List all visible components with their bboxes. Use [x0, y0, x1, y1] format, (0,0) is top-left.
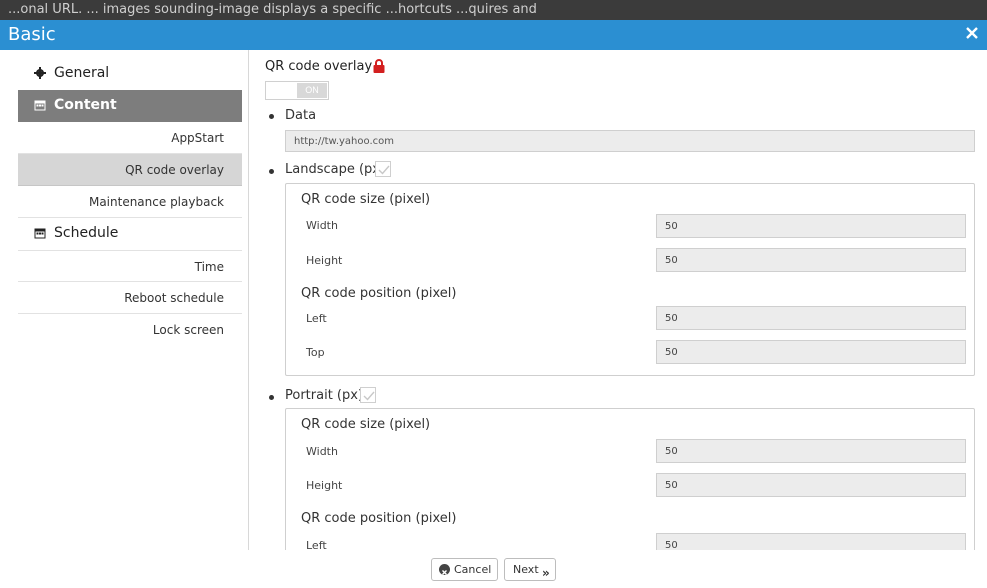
landscape-width-input[interactable]: 50	[656, 214, 966, 238]
lock-icon	[373, 59, 385, 73]
landscape-width-label: Width	[306, 219, 338, 232]
portrait-left-input[interactable]: 50	[656, 533, 966, 550]
landscape-height-label: Height	[306, 254, 343, 267]
page-title: QR code overlay	[265, 59, 373, 74]
sidebar-item-reboot-schedule[interactable]: Reboot schedule	[18, 282, 242, 314]
portrait-left-label: Left	[306, 539, 327, 550]
landscape-label: Landscape (px)	[285, 162, 386, 177]
portrait-size-heading: QR code size (pixel)	[301, 417, 431, 432]
landscape-height-input[interactable]: 50	[656, 248, 966, 272]
sidebar-item-lock-screen[interactable]: Lock screen	[18, 314, 242, 346]
data-label: Data	[285, 108, 317, 123]
background-page-text: ...onal URL. ... images sounding-image d…	[8, 2, 537, 17]
sidebar-section-label: General	[54, 65, 110, 81]
sidebar-item-maintenance-playback[interactable]: Maintenance playback	[18, 186, 242, 218]
portrait-width-input[interactable]: 50	[656, 439, 966, 463]
main-content: QR code overlay ON Data http://tw.yahoo.…	[248, 50, 987, 550]
next-button-label: Next	[513, 563, 539, 576]
landscape-size-heading: QR code size (pixel)	[301, 192, 431, 207]
landscape-top-input[interactable]: 50	[656, 340, 966, 364]
close-icon[interactable]	[965, 26, 979, 40]
gear-icon	[34, 67, 46, 79]
landscape-settings-box: QR code size (pixel) Width 50 Height 50 …	[285, 183, 975, 376]
sidebar-section-schedule[interactable]: Schedule	[18, 218, 242, 250]
next-button[interactable]: Next »	[504, 558, 556, 581]
landscape-position-heading: QR code position (pixel)	[301, 286, 457, 301]
landscape-checkbox[interactable]	[375, 161, 391, 177]
portrait-width-label: Width	[306, 445, 338, 458]
sidebar-section-content[interactable]: Content	[18, 90, 242, 122]
toggle-label: ON	[297, 83, 327, 98]
overlay-toggle[interactable]: ON	[265, 81, 329, 100]
double-chevron-right-icon: »	[542, 566, 550, 580]
cancel-button-label: Cancel	[454, 563, 492, 576]
sidebar-section-label: Schedule	[54, 225, 119, 241]
sidebar-item-time[interactable]: Time	[18, 250, 242, 282]
sidebar-section-general[interactable]: General	[18, 58, 242, 88]
portrait-settings-box: QR code size (pixel) Width 50 Height 50 …	[285, 408, 975, 550]
portrait-label: Portrait (px)	[285, 388, 364, 403]
bullet-icon	[269, 395, 274, 400]
dialog-title: Basic	[8, 24, 56, 45]
bullet-icon	[269, 114, 274, 119]
sidebar-item-qr-code-overlay[interactable]: QR code overlay	[18, 154, 242, 186]
cancel-circle-icon	[439, 564, 450, 575]
landscape-left-input[interactable]: 50	[656, 306, 966, 330]
background-page-strip: ...onal URL. ... images sounding-image d…	[0, 0, 987, 20]
landscape-top-label: Top	[306, 346, 325, 359]
dialog-title-bar: Basic	[0, 20, 987, 50]
dialog-footer: Cancel Next »	[0, 550, 987, 588]
cancel-button[interactable]: Cancel	[431, 558, 498, 581]
calendar-icon	[34, 99, 46, 111]
calendar-icon	[34, 227, 46, 239]
portrait-position-heading: QR code position (pixel)	[301, 511, 457, 526]
dialog-body: General Content AppStart QR code overlay…	[0, 50, 987, 588]
sidebar-item-appstart[interactable]: AppStart	[18, 122, 242, 154]
landscape-left-label: Left	[306, 312, 327, 325]
sidebar: General Content AppStart QR code overlay…	[18, 58, 242, 346]
portrait-height-input[interactable]: 50	[656, 473, 966, 497]
sidebar-section-label: Content	[54, 97, 117, 113]
data-url-input[interactable]: http://tw.yahoo.com	[285, 130, 975, 152]
portrait-checkbox[interactable]	[360, 387, 376, 403]
portrait-height-label: Height	[306, 479, 343, 492]
bullet-icon	[269, 169, 274, 174]
